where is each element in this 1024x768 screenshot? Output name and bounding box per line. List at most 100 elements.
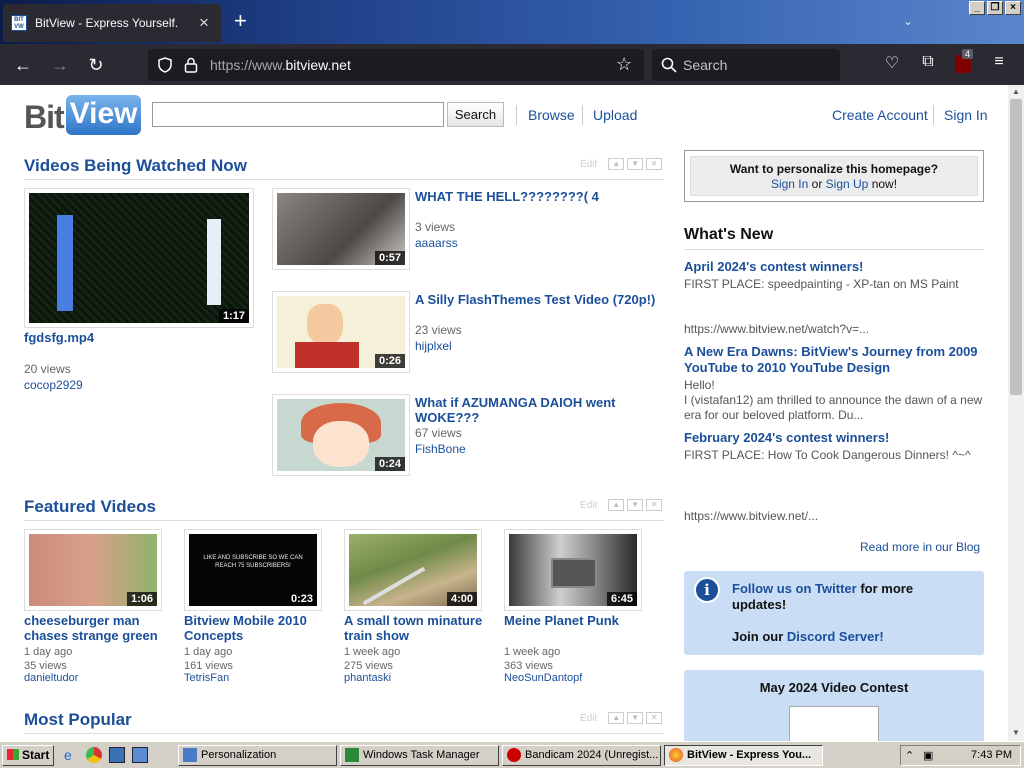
read-more-blog-link[interactable]: Read more in our Blog	[860, 540, 980, 554]
scroll-down-icon[interactable]: ▼	[1012, 728, 1020, 737]
web-search-box[interactable]: Search	[652, 49, 840, 81]
move-down-icon[interactable]: ▼	[627, 499, 644, 511]
close-window-icon[interactable]: ×	[1005, 1, 1021, 15]
bookmark-star-icon[interactable]: ☆	[616, 54, 632, 75]
address-bar[interactable]: https://www.bitview.net ☆	[148, 49, 644, 81]
new-tab-icon[interactable]: +	[234, 9, 247, 33]
section-controls: Edit ▲ ▼ ✕	[580, 499, 663, 511]
clock[interactable]: 7:43 PM	[971, 749, 1012, 761]
extensions-puzzle-icon[interactable]: ⧉	[917, 53, 939, 71]
video-thumbnail[interactable]: 4:00	[344, 529, 482, 611]
sign-in-link[interactable]: Sign In	[944, 107, 988, 123]
twitter-link[interactable]: Follow us on Twitter	[732, 581, 857, 596]
pocket-icon[interactable]: ♡	[881, 53, 903, 73]
reload-icon[interactable]: ↻	[83, 52, 109, 78]
video-thumbnail-main[interactable]: 1:17	[24, 188, 254, 328]
chrome-icon[interactable]	[86, 747, 102, 763]
news-link-text: https://www.bitview.net/...	[684, 509, 819, 523]
task-manager-icon	[345, 748, 359, 762]
bitview-logo[interactable]: Bit View	[24, 93, 142, 135]
video-thumbnail[interactable]: 0:24	[272, 394, 410, 476]
divider	[933, 105, 934, 125]
video-thumbnail[interactable]: LIKE AND SUBSCRIBE SO WE CAN REACH 75 SU…	[184, 529, 322, 611]
sidebar-sign-in-link[interactable]: Sign In	[771, 177, 808, 191]
video-thumbnail[interactable]: 0:57	[272, 188, 410, 270]
list-tabs-chevron-icon[interactable]: ⌄	[903, 14, 913, 28]
scrollbar-thumb[interactable]	[1010, 99, 1022, 395]
uploader-link[interactable]: danieltudor	[24, 672, 78, 684]
restore-icon[interactable]: ❐	[987, 1, 1003, 15]
view-count: 67 views	[415, 426, 462, 440]
lock-icon[interactable]	[184, 57, 198, 73]
move-down-icon[interactable]: ▼	[627, 158, 644, 170]
browse-link[interactable]: Browse	[528, 107, 575, 123]
uploader-link[interactable]: FishBone	[415, 442, 466, 456]
move-up-icon[interactable]: ▲	[608, 158, 625, 170]
task-firefox[interactable]: BitView - Express You...	[664, 745, 823, 766]
hamburger-menu-icon[interactable]: ≡	[988, 53, 1010, 71]
video-title[interactable]: What if AZUMANGA DAIOH went WOKE???	[415, 395, 645, 425]
news-title[interactable]: April 2024's contest winners!	[684, 259, 984, 275]
move-up-icon[interactable]: ▲	[608, 712, 625, 724]
close-section-icon[interactable]: ✕	[646, 158, 663, 170]
scroll-up-icon[interactable]: ▲	[1012, 87, 1020, 96]
task-bandicam[interactable]: Bandicam 2024 (Unregist...	[502, 745, 661, 766]
video-title[interactable]: Bitview Mobile 2010 Concepts	[184, 613, 324, 643]
news-title[interactable]: February 2024's contest winners!	[684, 430, 984, 446]
video-title[interactable]: fgdsfg.mp4	[24, 330, 94, 345]
video-thumbnail[interactable]: 0:26	[272, 291, 410, 373]
ie-icon[interactable]: e	[64, 747, 80, 763]
news-title[interactable]: A New Era Dawns: BitView's Journey from …	[684, 344, 984, 376]
create-account-link[interactable]: Create Account	[832, 107, 928, 123]
move-down-icon[interactable]: ▼	[627, 712, 644, 724]
duration-badge: 6:45	[606, 592, 637, 606]
sign-up-link[interactable]: Sign Up	[826, 177, 869, 191]
uploader-link[interactable]: hijplxel	[415, 339, 452, 353]
edit-link[interactable]: Edit	[580, 159, 597, 170]
close-section-icon[interactable]: ✕	[646, 712, 663, 724]
page-scrollbar[interactable]: ▲ ▼	[1008, 85, 1024, 741]
video-title[interactable]: A small town minature train show	[344, 613, 484, 643]
uploader-link[interactable]: phantaski	[344, 672, 391, 684]
personalize-question: Want to personalize this homepage?	[729, 162, 939, 176]
video-title[interactable]: A Silly FlashThemes Test Video (720p!)	[415, 292, 665, 307]
move-up-icon[interactable]: ▲	[608, 499, 625, 511]
task-personalization[interactable]: Personalization	[178, 745, 337, 766]
contest-image[interactable]	[789, 706, 879, 741]
view-count: 35 views	[24, 660, 67, 672]
window-switch-icon[interactable]	[132, 747, 148, 763]
uploader-link[interactable]: aaaarss	[415, 236, 458, 250]
minimize-icon[interactable]: _	[969, 1, 985, 15]
uploader-link[interactable]: TetrisFan	[184, 672, 229, 684]
task-task-manager[interactable]: Windows Task Manager	[340, 745, 499, 766]
browser-tab[interactable]: BIT VW BitView - Express Yourself. ×	[3, 4, 221, 42]
start-button[interactable]: Start	[2, 745, 54, 766]
tab-title: BitView - Express Yourself.	[35, 16, 179, 30]
video-title[interactable]: Meine Planet Punk	[504, 613, 644, 643]
thumbnail-caption: LIKE AND SUBSCRIBE SO WE CAN REACH 75 SU…	[203, 555, 303, 569]
forward-icon[interactable]: →	[47, 52, 73, 78]
shield-icon[interactable]	[157, 57, 173, 73]
section-controls: Edit ▲ ▼ ✕	[580, 158, 663, 170]
show-desktop-icon[interactable]	[109, 747, 125, 763]
edit-link[interactable]: Edit	[580, 500, 597, 511]
tray-expand-icon[interactable]: ⌃	[905, 749, 914, 762]
back-icon[interactable]: ←	[10, 52, 36, 78]
contest-title: May 2024 Video Contest	[759, 680, 909, 695]
video-title[interactable]: cheeseburger man chases strange green	[24, 613, 164, 643]
upload-link[interactable]: Upload	[593, 107, 637, 123]
video-thumbnail[interactable]: 6:45	[504, 529, 642, 611]
video-title[interactable]: WHAT THE HELL????????( 4	[415, 189, 665, 204]
uploader-link[interactable]: NeoSunDantopf	[504, 672, 582, 684]
network-icon[interactable]: ▣	[923, 749, 933, 762]
close-section-icon[interactable]: ✕	[646, 499, 663, 511]
site-search-input[interactable]	[152, 102, 444, 127]
edit-link[interactable]: Edit	[580, 713, 597, 724]
view-count: 3 views	[415, 220, 456, 234]
site-search-button[interactable]: Search	[447, 102, 504, 127]
uploader-link[interactable]: cocop2929	[24, 378, 83, 392]
tab-close-icon[interactable]: ×	[195, 13, 213, 33]
view-count: 275 views	[344, 660, 393, 672]
discord-link[interactable]: Discord Server!	[787, 629, 884, 644]
video-thumbnail[interactable]: 1:06	[24, 529, 162, 611]
